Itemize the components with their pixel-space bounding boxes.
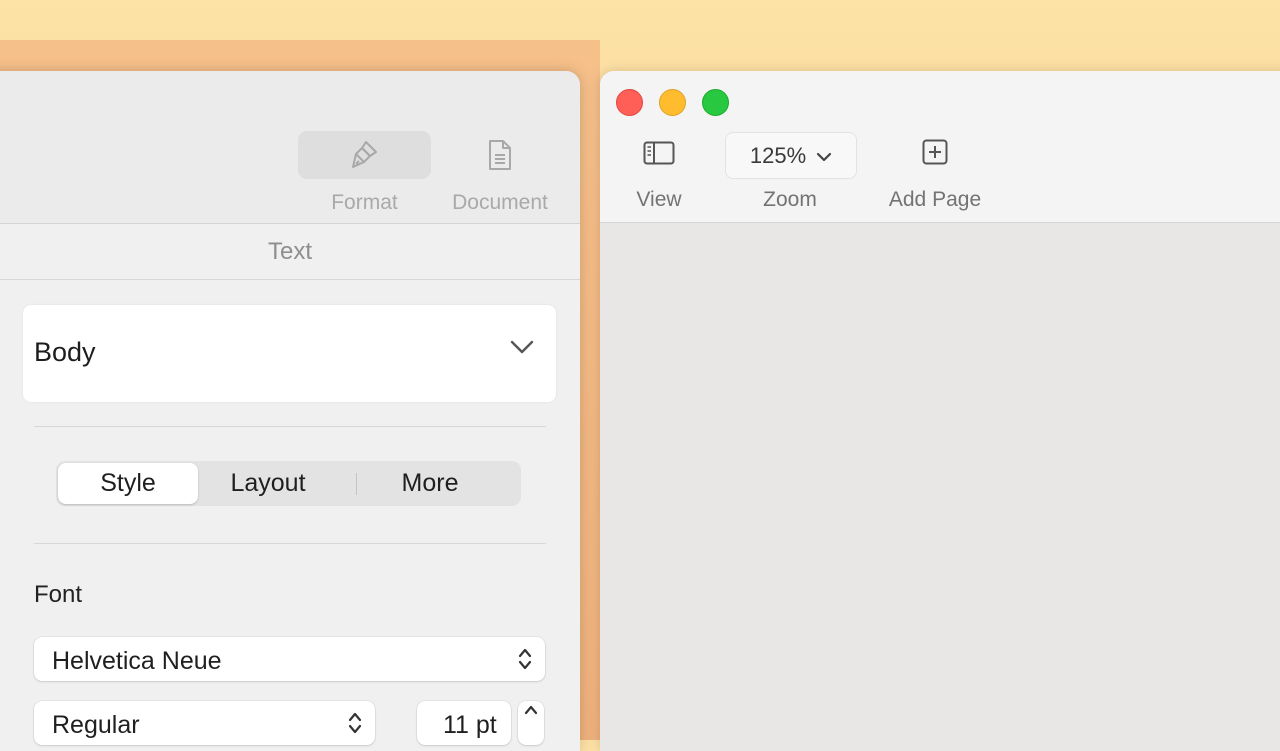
chevron-down-icon — [510, 339, 534, 360]
divider — [34, 426, 546, 427]
document-label: Document — [452, 191, 548, 214]
view-label: View — [636, 188, 682, 211]
tab-layout[interactable]: Layout — [204, 461, 332, 506]
tab-more[interactable]: More — [366, 461, 494, 506]
section-title-text: Text — [0, 224, 580, 280]
up-down-arrows-icon — [517, 645, 533, 678]
font-family-popup[interactable]: Helvetica Neue — [34, 637, 545, 681]
sidebar-icon — [643, 141, 675, 171]
font-size-stepper[interactable] — [518, 701, 544, 745]
add-page-label: Add Page — [888, 188, 982, 211]
zoom-label: Zoom — [763, 188, 817, 211]
format-label: Format — [331, 191, 398, 214]
format-button[interactable]: Format — [298, 131, 431, 221]
document-window: View 125% Zoom Add Page — [600, 71, 1280, 751]
paragraph-style-popup[interactable]: Body — [23, 305, 556, 402]
tab-style[interactable]: Style — [58, 463, 198, 504]
view-button[interactable]: View — [620, 71, 698, 221]
document-icon — [440, 131, 560, 179]
document-button[interactable]: Document — [440, 131, 560, 221]
format-tabs: Style Layout More — [56, 461, 521, 506]
zoom-control: Zoom — [725, 71, 855, 221]
inspector-window: Format Document Text Body Style Layout M… — [0, 71, 580, 751]
stepper-up-icon[interactable] — [523, 703, 539, 722]
up-down-arrows-icon — [347, 709, 363, 742]
font-heading: Font — [34, 581, 83, 608]
tab-separator — [356, 473, 357, 495]
document-canvas[interactable] — [600, 223, 1280, 751]
typeface-value: Regular — [52, 711, 140, 739]
paragraph-style-value: Body — [34, 337, 96, 367]
font-size-field[interactable]: 11 pt — [417, 701, 511, 745]
add-page-button[interactable]: Add Page — [870, 71, 1000, 221]
font-family-value: Helvetica Neue — [52, 647, 222, 675]
inspector-toolbar: Format Document — [0, 71, 580, 224]
add-page-icon — [922, 139, 948, 171]
font-size-value: 11 pt — [443, 711, 497, 739]
typeface-popup[interactable]: Regular — [34, 701, 375, 745]
divider — [34, 543, 546, 544]
document-toolbar: View 125% Zoom Add Page — [600, 71, 1280, 223]
paintbrush-icon — [298, 131, 431, 179]
